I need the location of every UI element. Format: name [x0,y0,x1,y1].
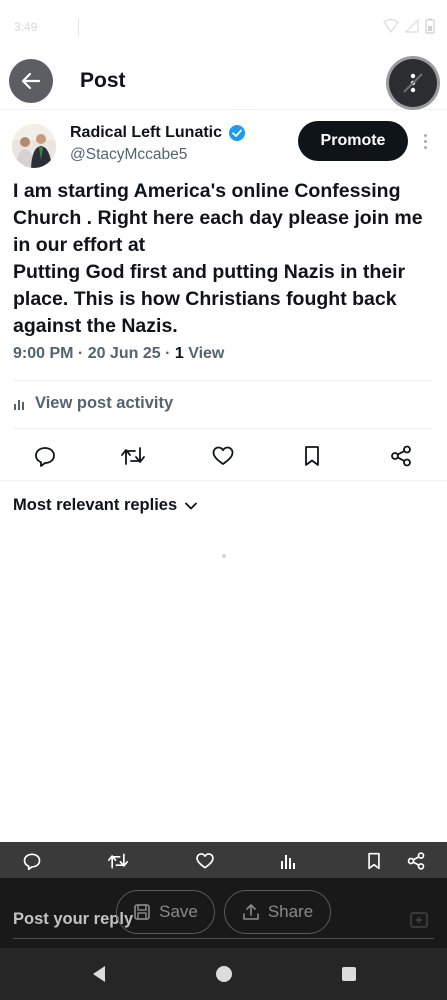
page-title: Post [80,69,126,92]
save-button[interactable]: Save [116,890,215,934]
share-icon [407,852,425,870]
reply-button[interactable] [31,442,59,470]
wifi-icon [383,19,399,33]
views-label: View [183,345,225,362]
upload-share-icon [243,904,259,920]
heart-icon [212,446,234,465]
post-action-bar [0,436,447,476]
replies-sort-dropdown[interactable]: Most relevant replies [13,496,198,515]
reply-icon [23,853,41,871]
status-bar: 3:49 [0,0,447,56]
nav-recents-button[interactable] [340,965,358,983]
chevron-down-icon [185,502,198,509]
battery-icon [425,18,435,34]
share-pill-button[interactable]: Share [224,890,331,934]
promote-button[interactable]: Promote [298,121,408,161]
nav-back-button[interactable] [90,965,108,983]
post-timestamp: 9:00 PM · 20 Jun 25 · [13,345,175,362]
post-meta: 9:00 PM · 20 Jun 25 · 1 View [13,345,224,363]
arrow-left-icon [21,72,41,90]
repost-icon [121,447,145,465]
add-media-icon[interactable] [408,908,432,932]
status-divider [78,18,79,36]
reply-underline [13,938,434,939]
post-more-icon[interactable] [418,131,432,151]
author-handle[interactable]: @StacyMccabe5 [70,146,187,164]
view-post-activity-link[interactable]: View post activity [13,394,173,413]
replies-filter-label: Most relevant replies [13,496,178,514]
more-options-button[interactable] [389,59,437,107]
views-count: 1 [174,345,184,362]
bottom-action-bar [0,842,447,878]
heart-icon [196,853,214,869]
bookmark-button[interactable] [298,442,326,470]
author-name[interactable]: Radical Left Lunatic [70,124,246,142]
post-text: I am starting America's online Confessin… [13,180,423,337]
author-name-text: Radical Left Lunatic [70,124,223,141]
reply-composer: Post your reply Save Share [0,878,447,948]
top-app-bar: Post [0,56,447,110]
system-navigation-bar [0,948,447,1000]
bookmark-icon [368,852,380,870]
circle-home-icon [216,966,232,982]
repost-icon [108,853,128,869]
profile-photo [12,124,56,168]
loading-indicator [222,554,226,558]
share-label: Share [267,902,314,921]
bottom-views-button[interactable] [277,850,299,872]
more-vertical-icon [403,73,423,93]
status-time: 3:49 [14,20,38,34]
bottom-like-button[interactable] [194,850,216,872]
share-icon [391,445,411,467]
bottom-share-button[interactable] [405,850,427,872]
bar-chart-icon [281,855,295,869]
bottom-bookmark-button[interactable] [363,850,385,872]
save-label: Save [159,902,198,921]
verified-badge-icon [229,125,246,141]
bookmark-icon [305,446,319,466]
repost-button[interactable] [119,442,147,470]
activity-label: View post activity [35,394,174,412]
avatar[interactable] [12,124,56,168]
divider [13,428,434,429]
save-icon [134,904,150,920]
bottom-repost-button[interactable] [107,850,129,872]
nav-home-button[interactable] [215,965,233,983]
like-button[interactable] [209,442,237,470]
share-button[interactable] [387,442,415,470]
triangle-back-icon [93,966,105,982]
reply-icon [35,447,55,467]
back-button[interactable] [9,59,53,103]
signal-icon [405,19,419,33]
divider [13,380,434,381]
bar-chart-icon [14,399,24,410]
bottom-reply-button[interactable] [21,850,43,872]
square-recents-icon [342,967,356,981]
divider [0,480,447,481]
status-icons [383,18,435,34]
